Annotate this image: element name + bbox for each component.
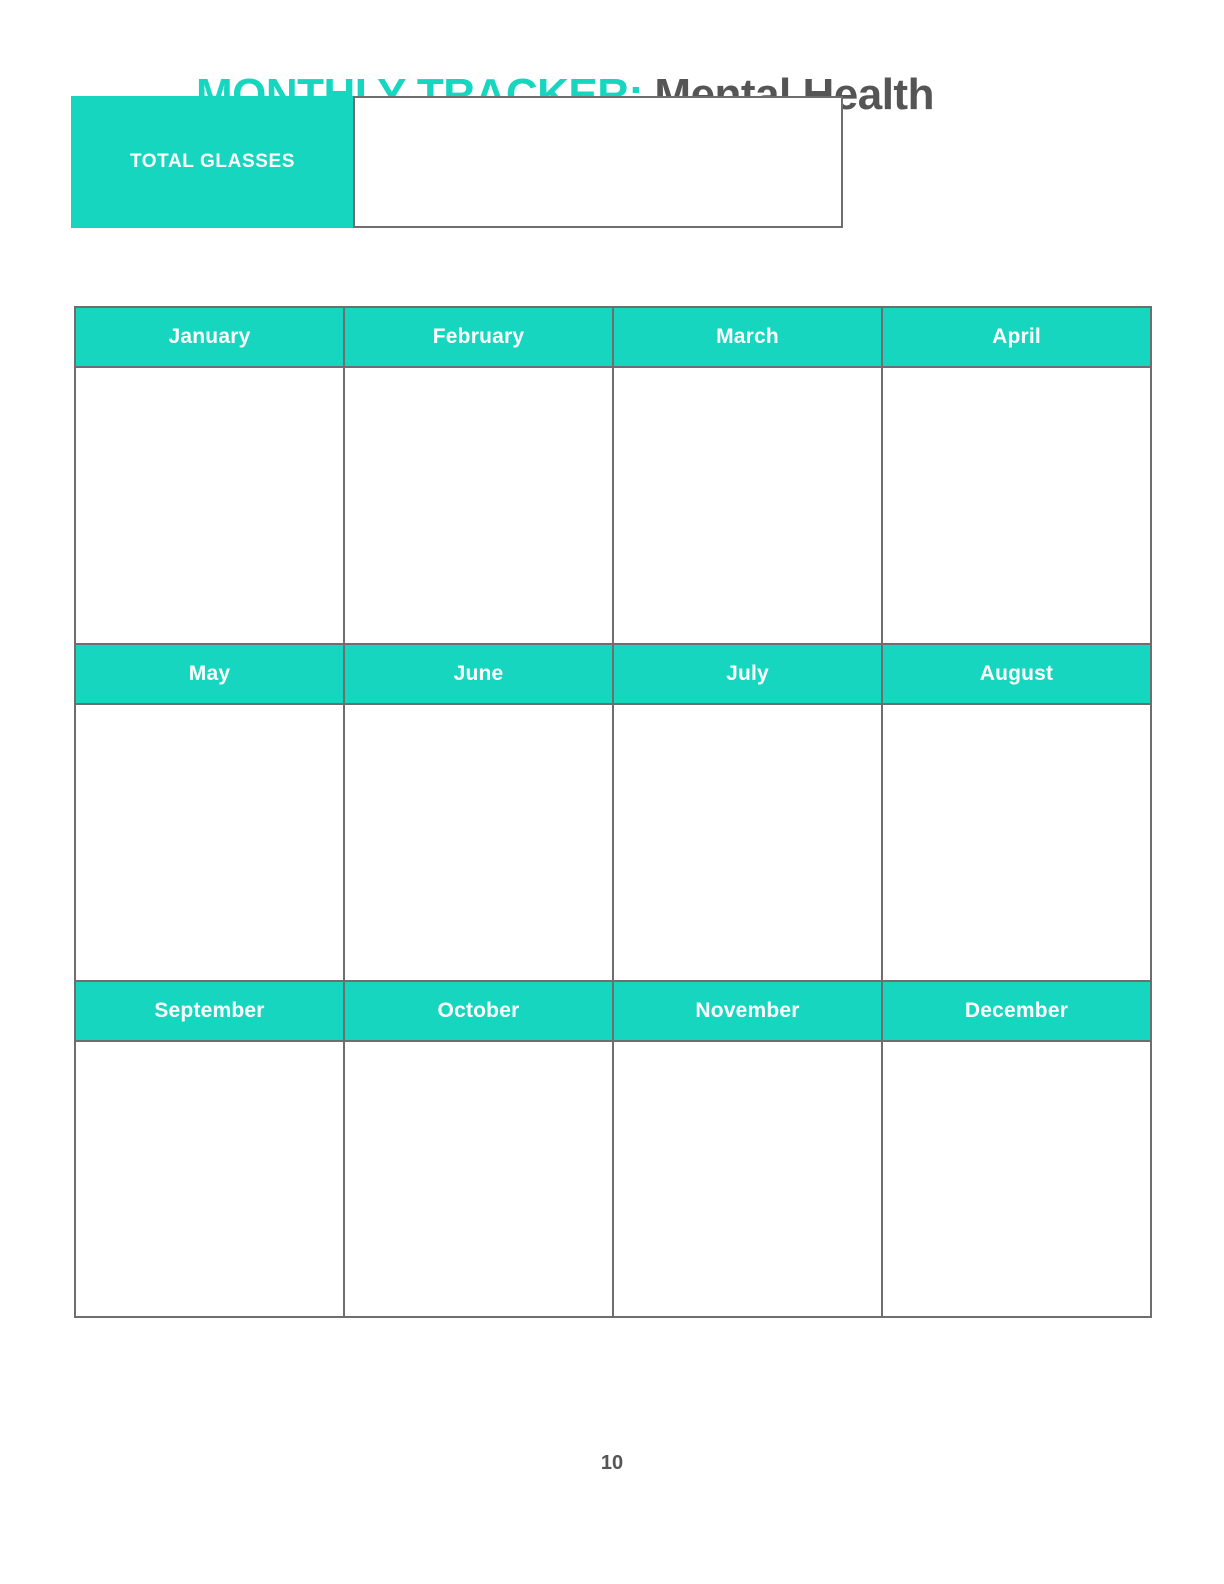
month-label: January xyxy=(168,325,251,348)
month-label: July xyxy=(726,662,769,685)
month-entry-december[interactable] xyxy=(883,1042,1152,1318)
month-label: December xyxy=(964,999,1069,1022)
month-header-december: December xyxy=(883,982,1152,1042)
month-entry-row xyxy=(76,705,1152,982)
month-header-row: January February March April xyxy=(76,308,1152,368)
month-entry-june[interactable] xyxy=(345,705,614,982)
month-header-september: September xyxy=(76,982,345,1042)
month-header-august: August xyxy=(883,645,1152,705)
month-header-row: May June July August xyxy=(76,645,1152,705)
month-label: October xyxy=(437,999,520,1022)
month-header-october: October xyxy=(345,982,614,1042)
month-entry-march[interactable] xyxy=(614,368,883,645)
month-entry-october[interactable] xyxy=(345,1042,614,1318)
month-header-may: May xyxy=(76,645,345,705)
month-header-july: July xyxy=(614,645,883,705)
month-label: September xyxy=(154,999,265,1022)
month-label: August xyxy=(979,662,1054,685)
month-label: March xyxy=(716,325,779,348)
month-label: May xyxy=(188,662,231,685)
month-header-april: April xyxy=(883,308,1152,368)
total-glasses-summary: TOTAL GLASSES xyxy=(71,96,843,228)
month-header-june: June xyxy=(345,645,614,705)
month-entry-row xyxy=(76,368,1152,645)
month-entry-november[interactable] xyxy=(614,1042,883,1318)
month-header-row: September October November December xyxy=(76,982,1152,1042)
month-label: April xyxy=(992,325,1041,348)
month-entry-august[interactable] xyxy=(883,705,1152,982)
total-glasses-value-cell[interactable] xyxy=(353,96,843,228)
total-glasses-label: TOTAL GLASSES xyxy=(129,151,296,172)
monthly-tracker-grid: January February March April May June Ju… xyxy=(74,306,1152,1318)
month-header-november: November xyxy=(614,982,883,1042)
month-label: February xyxy=(432,325,525,348)
month-entry-february[interactable] xyxy=(345,368,614,645)
month-entry-july[interactable] xyxy=(614,705,883,982)
month-header-january: January xyxy=(76,308,345,368)
month-entry-september[interactable] xyxy=(76,1042,345,1318)
total-glasses-label-cell: TOTAL GLASSES xyxy=(71,96,354,228)
month-entry-april[interactable] xyxy=(883,368,1152,645)
month-entry-may[interactable] xyxy=(76,705,345,982)
month-label: November xyxy=(695,999,800,1022)
page-number: 10 xyxy=(600,1452,624,1474)
month-entry-row xyxy=(76,1042,1152,1318)
month-header-march: March xyxy=(614,308,883,368)
month-entry-january[interactable] xyxy=(76,368,345,645)
month-header-february: February xyxy=(345,308,614,368)
month-label: June xyxy=(453,662,504,685)
